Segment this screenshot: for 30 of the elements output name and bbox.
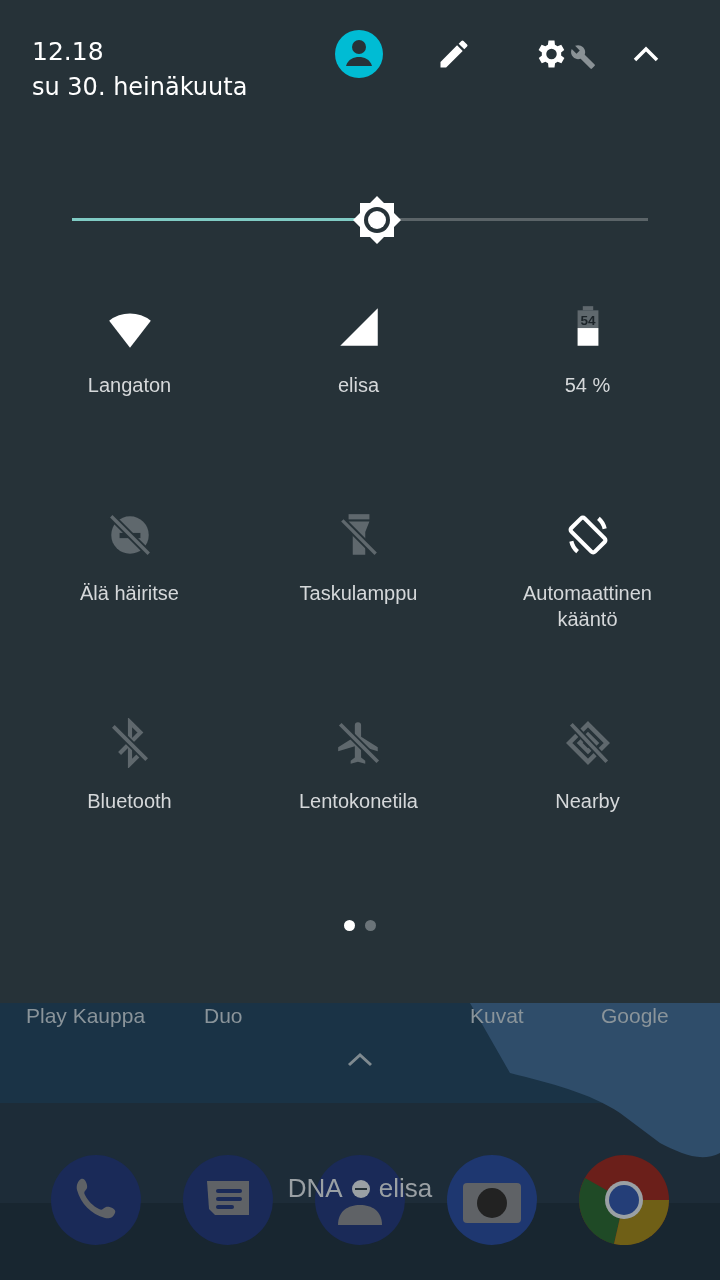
carrier-name: DNA [287,1172,343,1205]
tile-label: Langaton [87,373,172,398]
date-text: su 30. heinäkuuta [32,72,248,103]
page-indicator-dot[interactable] [365,920,376,931]
app-drawer-icon[interactable] [346,1051,374,1067]
clock-time: 12.18 [32,36,105,68]
app-label[interactable]: Google [601,1003,669,1031]
brightness-thumb[interactable] [353,196,402,244]
tile-label: Lentokonetila [299,789,418,814]
messages-app-icon[interactable] [183,1155,273,1245]
tile-label: elisa [337,373,380,398]
brightness-slider[interactable] [72,198,648,242]
tile-label: 54 % [564,373,611,398]
tile-label: Älä häiritse [80,581,179,606]
wrench-icon [570,44,596,70]
carrier-name: elisa [378,1172,433,1205]
app-label[interactable]: Kuvat [470,1003,524,1031]
camera-app-icon[interactable] [447,1155,537,1245]
tile-label: Taskulamppu [299,581,418,606]
page-indicator-dot[interactable] [344,920,355,931]
tile-label: Automaattinen kääntö [522,581,653,632]
app-label[interactable]: Play Kauppa [26,1003,146,1031]
browser-app-icon[interactable] [579,1155,669,1245]
collapse-icon[interactable] [632,44,660,64]
app-label[interactable]: Duo [204,1003,243,1031]
tile-label: Bluetooth [87,789,172,814]
phone-app-icon[interactable] [51,1155,141,1245]
tile-label: Nearby [555,789,620,814]
user-avatar-icon[interactable] [334,29,384,79]
minus-circle-icon [350,1178,371,1199]
